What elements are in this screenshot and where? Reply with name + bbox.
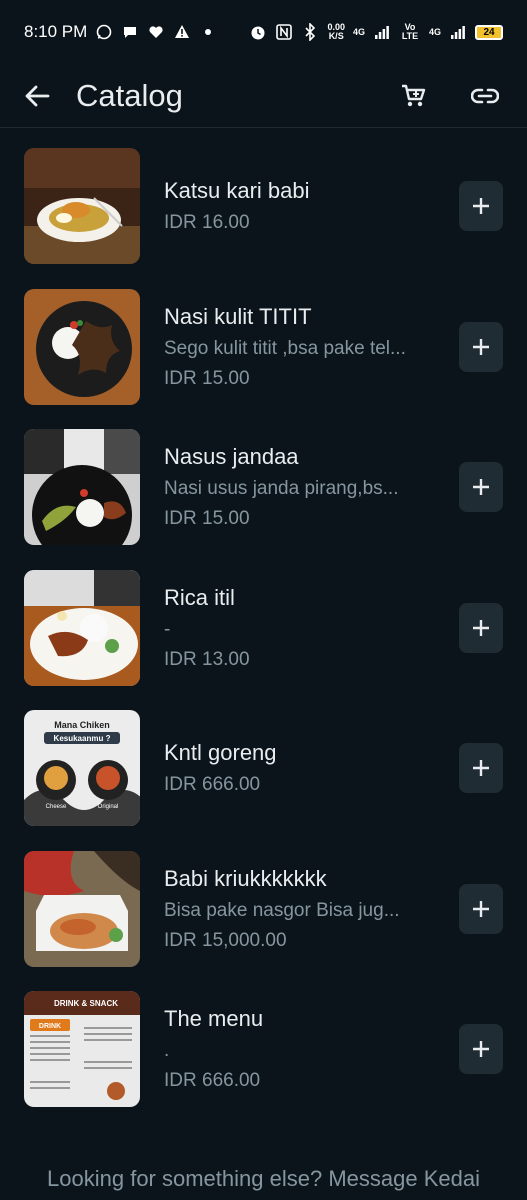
product-price: IDR 13.00 bbox=[164, 648, 250, 670]
cart-button[interactable] bbox=[393, 76, 433, 116]
product-info: Nasi kulit TITIT Sego kulit titit ,bsa p… bbox=[164, 304, 443, 390]
catalog-item[interactable]: Rica itil - IDR 13.00 bbox=[0, 558, 527, 699]
product-price: IDR 16.00 bbox=[164, 212, 250, 234]
catalog-item[interactable]: Nasi kulit TITIT Sego kulit titit ,bsa p… bbox=[0, 277, 527, 418]
product-name: Nasi kulit TITIT bbox=[164, 303, 312, 329]
thumbnail-title: Mana Chiken bbox=[54, 720, 110, 730]
add-to-cart-button[interactable] bbox=[459, 462, 503, 513]
message-business-link[interactable]: Looking for something else? Message Keda… bbox=[0, 1166, 527, 1192]
catalog-item[interactable]: DRINK & SNACK DRINK The menu . IDR 666.0… bbox=[0, 979, 527, 1120]
thumbnail-label-left: Cheese bbox=[46, 804, 67, 810]
alarm-icon bbox=[249, 23, 267, 41]
net-speed: 0.00 K/S bbox=[327, 23, 345, 41]
product-info: Katsu kari babi IDR 16.00 bbox=[164, 178, 443, 234]
plus-icon bbox=[473, 198, 489, 215]
product-price: IDR 666.00 bbox=[164, 1070, 261, 1092]
add-to-cart-button[interactable] bbox=[459, 602, 503, 653]
product-info: Rica itil - IDR 13.00 bbox=[164, 585, 443, 671]
chat-icon bbox=[121, 23, 139, 41]
product-price: IDR 15.00 bbox=[164, 367, 250, 389]
arrow-back-icon bbox=[25, 85, 50, 106]
cart-icon bbox=[402, 84, 426, 106]
plus-icon bbox=[473, 619, 489, 636]
product-thumbnail bbox=[24, 288, 140, 405]
product-price: IDR 666.00 bbox=[164, 774, 261, 796]
product-info: The menu . IDR 666.00 bbox=[164, 1006, 443, 1092]
product-thumbnail bbox=[24, 148, 140, 265]
product-info: Nasus jandaa Nasi usus janda pirang,bs..… bbox=[164, 444, 443, 530]
add-to-cart-button[interactable] bbox=[459, 181, 503, 232]
nfc-icon bbox=[275, 23, 293, 41]
back-button[interactable] bbox=[22, 81, 52, 111]
product-description: . bbox=[164, 1040, 170, 1062]
plus-icon bbox=[473, 338, 489, 355]
product-price: IDR 15,000.00 bbox=[164, 929, 287, 951]
product-info: Babi kriukkkkkkk Bisa pake nasgor Bisa j… bbox=[164, 866, 443, 952]
product-description: Bisa pake nasgor Bisa jug... bbox=[164, 899, 400, 921]
product-thumbnail bbox=[24, 850, 140, 967]
plus-icon bbox=[473, 1041, 489, 1058]
status-left: 8:10 PM bbox=[24, 22, 217, 42]
signal-2-label: 4G bbox=[428, 26, 441, 37]
dot-icon bbox=[199, 23, 217, 41]
product-name: Katsu kari babi bbox=[164, 178, 310, 204]
product-thumbnail: DRINK & SNACK DRINK bbox=[24, 991, 140, 1108]
link-icon bbox=[471, 88, 499, 103]
status-time: 8:10 PM bbox=[24, 22, 88, 41]
catalog-list: Katsu kari babi IDR 16.00 Nasi kulit TIT… bbox=[0, 128, 527, 1120]
add-to-cart-button[interactable] bbox=[459, 1024, 503, 1075]
product-price: IDR 15.00 bbox=[164, 508, 250, 530]
add-to-cart-button[interactable] bbox=[459, 743, 503, 794]
heart-icon bbox=[147, 23, 165, 41]
catalog-item[interactable]: Mana Chiken Kesukaanmu ? Cheese Original… bbox=[0, 698, 527, 839]
plus-icon bbox=[473, 760, 489, 777]
thumbnail-subtitle: Kesukaanmu ? bbox=[54, 734, 111, 743]
catalog-item[interactable]: Nasus jandaa Nasi usus janda pirang,bs..… bbox=[0, 417, 527, 558]
product-thumbnail bbox=[24, 429, 140, 546]
volte-label: Vo LTE bbox=[401, 22, 419, 41]
signal-bars-icon bbox=[373, 23, 391, 41]
product-name: Kntl goreng bbox=[164, 740, 277, 766]
thumbnail-label-right: Original bbox=[98, 804, 119, 810]
catalog-item[interactable]: Babi kriukkkkkkk Bisa pake nasgor Bisa j… bbox=[0, 839, 527, 980]
add-to-cart-button[interactable] bbox=[459, 883, 503, 934]
whatsapp-icon bbox=[95, 23, 113, 41]
share-link-button[interactable] bbox=[465, 76, 505, 116]
product-name: Rica itil bbox=[164, 584, 235, 610]
signal-bars-2-icon bbox=[449, 23, 467, 41]
product-name: Babi kriukkkkkkk bbox=[164, 865, 327, 891]
thumbnail-menu-section: DRINK bbox=[39, 1023, 61, 1030]
plus-icon bbox=[473, 900, 489, 917]
plus-icon bbox=[473, 479, 489, 496]
net-speed-unit: K/S bbox=[328, 31, 344, 41]
signal-1-label: 4G bbox=[352, 26, 365, 37]
thumbnail-menu-title: DRINK & SNACK bbox=[54, 999, 118, 1008]
status-bar: 8:10 PM 0.00 K/S 4G Vo LTE 4G 24 bbox=[0, 0, 527, 64]
app-bar: Catalog bbox=[0, 64, 527, 128]
bluetooth-icon bbox=[301, 23, 319, 41]
warning-icon bbox=[173, 23, 191, 41]
product-thumbnail bbox=[24, 569, 140, 686]
battery-indicator: 24 bbox=[475, 24, 503, 40]
product-name: The menu bbox=[164, 1006, 264, 1032]
product-description: Sego kulit titit ,bsa pake tel... bbox=[164, 337, 406, 359]
product-name: Nasus jandaa bbox=[164, 444, 299, 470]
product-info: Kntl goreng IDR 666.00 bbox=[164, 740, 443, 796]
status-right: 0.00 K/S 4G Vo LTE 4G 24 bbox=[249, 23, 503, 41]
product-thumbnail: Mana Chiken Kesukaanmu ? Cheese Original bbox=[24, 710, 140, 827]
catalog-item[interactable]: Katsu kari babi IDR 16.00 bbox=[0, 136, 527, 277]
page-title: Catalog bbox=[76, 77, 183, 113]
add-to-cart-button[interactable] bbox=[459, 321, 503, 372]
product-description: Nasi usus janda pirang,bs... bbox=[164, 478, 399, 500]
product-description: - bbox=[164, 618, 171, 640]
